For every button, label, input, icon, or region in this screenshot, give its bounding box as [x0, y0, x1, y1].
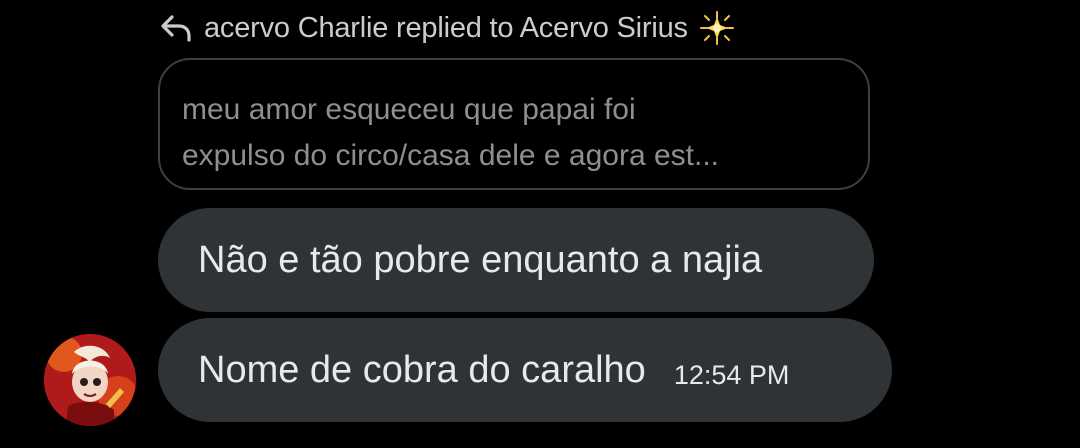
- quoted-message-line: meu amor esqueceu que papai foi: [182, 93, 636, 126]
- message-bubble[interactable]: Nome de cobra do caralho 12:54 PM: [158, 318, 892, 422]
- avatar[interactable]: [44, 334, 136, 426]
- sparkle-star-icon: [699, 11, 734, 45]
- quoted-message[interactable]: meu amor esqueceu que papai foi expulso …: [158, 58, 870, 190]
- reply-arrow-icon: [160, 14, 192, 42]
- message-text: Não e tão pobre enquanto a najia: [198, 238, 763, 281]
- reply-context-header[interactable]: acervo Charlie replied to Acervo Sirius: [160, 8, 734, 48]
- quoted-message-line: expulso do circo/casa dele e agora est..…: [182, 139, 719, 172]
- message-bubble[interactable]: Não e tão pobre enquanto a najia: [158, 208, 874, 312]
- reply-context-text: acervo Charlie replied to Acervo Sirius: [204, 11, 688, 44]
- message-timestamp: 12:54 PM: [673, 359, 790, 390]
- message-text: Nome de cobra do caralho: [198, 348, 646, 391]
